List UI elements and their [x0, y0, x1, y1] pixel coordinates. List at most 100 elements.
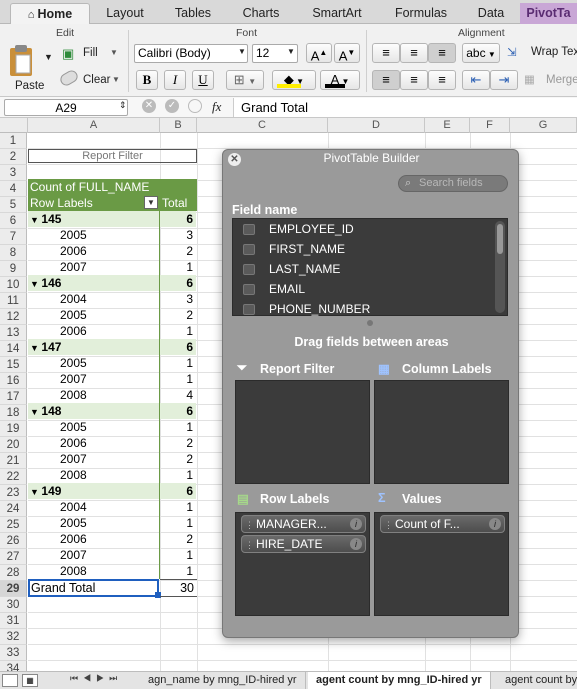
grand-total-label-cell[interactable]: Grand Total [28, 579, 159, 597]
cancel-icon[interactable]: ✕ [142, 99, 156, 113]
tab-tables[interactable]: Tables [160, 3, 226, 24]
row-field-pill[interactable]: ⋮ MANAGER... i [241, 515, 366, 533]
align-right-button[interactable]: ≡ [428, 70, 456, 90]
column-header-c[interactable]: C [197, 118, 328, 133]
resize-handle[interactable] [367, 320, 373, 326]
column-header-f[interactable]: F [470, 118, 510, 133]
bold-button[interactable]: B [136, 70, 158, 90]
font-name-dropdown-icon[interactable]: ▼ [238, 47, 246, 56]
collapse-icon[interactable]: ▼ [28, 487, 41, 497]
tab-charts[interactable]: Charts [230, 3, 292, 24]
increase-font-size-button[interactable]: A▲ [306, 43, 332, 63]
row-header[interactable]: 6 [0, 213, 27, 229]
column-labels-drop-area[interactable] [374, 380, 509, 484]
column-header-g[interactable]: G [510, 118, 577, 133]
row-header[interactable]: 16 [0, 373, 27, 389]
field-item[interactable]: LAST_NAME [243, 259, 340, 279]
row-header[interactable]: 21 [0, 453, 27, 469]
pivot-item-label[interactable]: 2007 [28, 259, 159, 275]
pivot-item-label[interactable]: 2005 [28, 227, 159, 243]
font-color-button[interactable]: A ▼ [320, 70, 360, 90]
pivot-item-label[interactable]: 2007 [28, 371, 159, 387]
row-header[interactable]: 28 [0, 565, 27, 581]
field-checkbox[interactable] [243, 264, 255, 276]
pivot-group-row[interactable]: ▼ 148 [28, 403, 159, 419]
row-header[interactable]: 12 [0, 309, 27, 325]
row-header[interactable]: 5 [0, 197, 27, 213]
pivot-item-label[interactable]: 2007 [28, 547, 159, 563]
pivot-item-label[interactable]: 2004 [28, 499, 159, 515]
pivot-item-label[interactable]: 2004 [28, 291, 159, 307]
field-checkbox[interactable] [243, 224, 255, 236]
paste-button[interactable] [8, 44, 46, 82]
column-header-a[interactable]: A [28, 118, 160, 133]
select-all-corner[interactable] [0, 118, 28, 133]
search-fields-input[interactable]: Search fields [398, 175, 508, 192]
pivot-item-label[interactable]: 2006 [28, 435, 159, 451]
pivot-group-row[interactable]: ▼ 149 [28, 483, 159, 499]
collapse-icon[interactable]: ▼ [28, 343, 41, 353]
pivot-group-row[interactable]: ▼ 146 [28, 275, 159, 291]
name-box-stepper-icon[interactable]: ⇕ [119, 100, 127, 111]
tab-formulas[interactable]: Formulas [382, 3, 460, 24]
name-box[interactable]: A29 [4, 99, 128, 116]
pivot-value-header[interactable]: Count of FULL_NAME [28, 179, 159, 195]
row-header[interactable]: 26 [0, 533, 27, 549]
page-layout-view-icon[interactable]: ▦ [22, 674, 38, 687]
row-header[interactable]: 3 [0, 165, 27, 181]
row-header[interactable]: 32 [0, 629, 27, 645]
tab-layout[interactable]: Layout [94, 3, 156, 24]
fill-dropdown-icon[interactable]: ▼ [110, 48, 118, 57]
field-item[interactable]: FIRST_NAME [243, 239, 345, 259]
merge-button[interactable]: Merge [546, 74, 577, 86]
values-drop-area[interactable]: ⋮ Count of F... i [374, 512, 509, 616]
row-header[interactable]: 11 [0, 293, 27, 309]
align-middle-button[interactable]: ≡ [400, 43, 428, 63]
column-header-e[interactable]: E [425, 118, 470, 133]
sheet-navigation-arrows[interactable]: ⏮◀▶⏭ [70, 673, 122, 684]
row-header[interactable]: 23 [0, 485, 27, 501]
column-header-b[interactable]: B [160, 118, 197, 133]
pivot-item-label[interactable]: 2005 [28, 355, 159, 371]
align-center-button[interactable]: ≡ [400, 70, 428, 90]
info-icon[interactable]: i [350, 518, 362, 530]
function-wizard-circle-icon[interactable] [188, 99, 202, 113]
row-header[interactable]: 20 [0, 437, 27, 453]
row-header[interactable]: 18 [0, 405, 27, 421]
align-left-button[interactable]: ≡ [372, 70, 400, 90]
sheet-tab[interactable]: agent count by [497, 672, 577, 689]
decrease-font-size-button[interactable]: A▼ [334, 43, 360, 63]
row-header[interactable]: 4 [0, 181, 27, 197]
row-header[interactable]: 10 [0, 277, 27, 293]
field-item[interactable]: EMPLOYEE_ID [243, 219, 354, 239]
collapse-icon[interactable]: ▼ [28, 407, 41, 417]
row-header[interactable]: 22 [0, 469, 27, 485]
clear-button[interactable]: Clear [83, 74, 110, 86]
row-header[interactable]: 17 [0, 389, 27, 405]
clear-dropdown-icon[interactable]: ▼ [112, 75, 120, 84]
field-list[interactable]: EMPLOYEE_ID FIRST_NAME LAST_NAME EMAIL P… [232, 218, 508, 316]
info-icon[interactable]: i [489, 518, 501, 530]
pivot-row-labels-header[interactable]: Row Labels ▼ [28, 195, 159, 211]
wrap-text-button[interactable]: Wrap Text [531, 46, 577, 58]
field-checkbox[interactable] [243, 304, 255, 316]
row-header[interactable]: 14 [0, 341, 27, 357]
pivot-item-label[interactable]: 2008 [28, 467, 159, 483]
row-header[interactable]: 2 [0, 149, 27, 165]
pivot-item-label[interactable]: 2006 [28, 243, 159, 259]
normal-view-icon[interactable] [2, 674, 18, 687]
formula-input[interactable]: Grand Total [233, 98, 577, 117]
field-checkbox[interactable] [243, 284, 255, 296]
sheet-tab-active[interactable]: agent count by mng_ID-hired yr [308, 672, 491, 689]
row-header[interactable]: 19 [0, 421, 27, 437]
pivot-item-label[interactable]: 2007 [28, 451, 159, 467]
row-header[interactable]: 9 [0, 261, 27, 277]
insert-function-button[interactable]: fx [212, 99, 221, 115]
tab-smartart[interactable]: SmartArt [297, 3, 377, 24]
fill-button[interactable]: Fill [83, 47, 98, 59]
field-item[interactable]: EMAIL [243, 279, 305, 299]
pivot-item-label[interactable]: 2006 [28, 531, 159, 547]
row-header[interactable]: 25 [0, 517, 27, 533]
align-top-button[interactable]: ≡ [372, 43, 400, 63]
align-bottom-button[interactable]: ≡ [428, 43, 456, 63]
